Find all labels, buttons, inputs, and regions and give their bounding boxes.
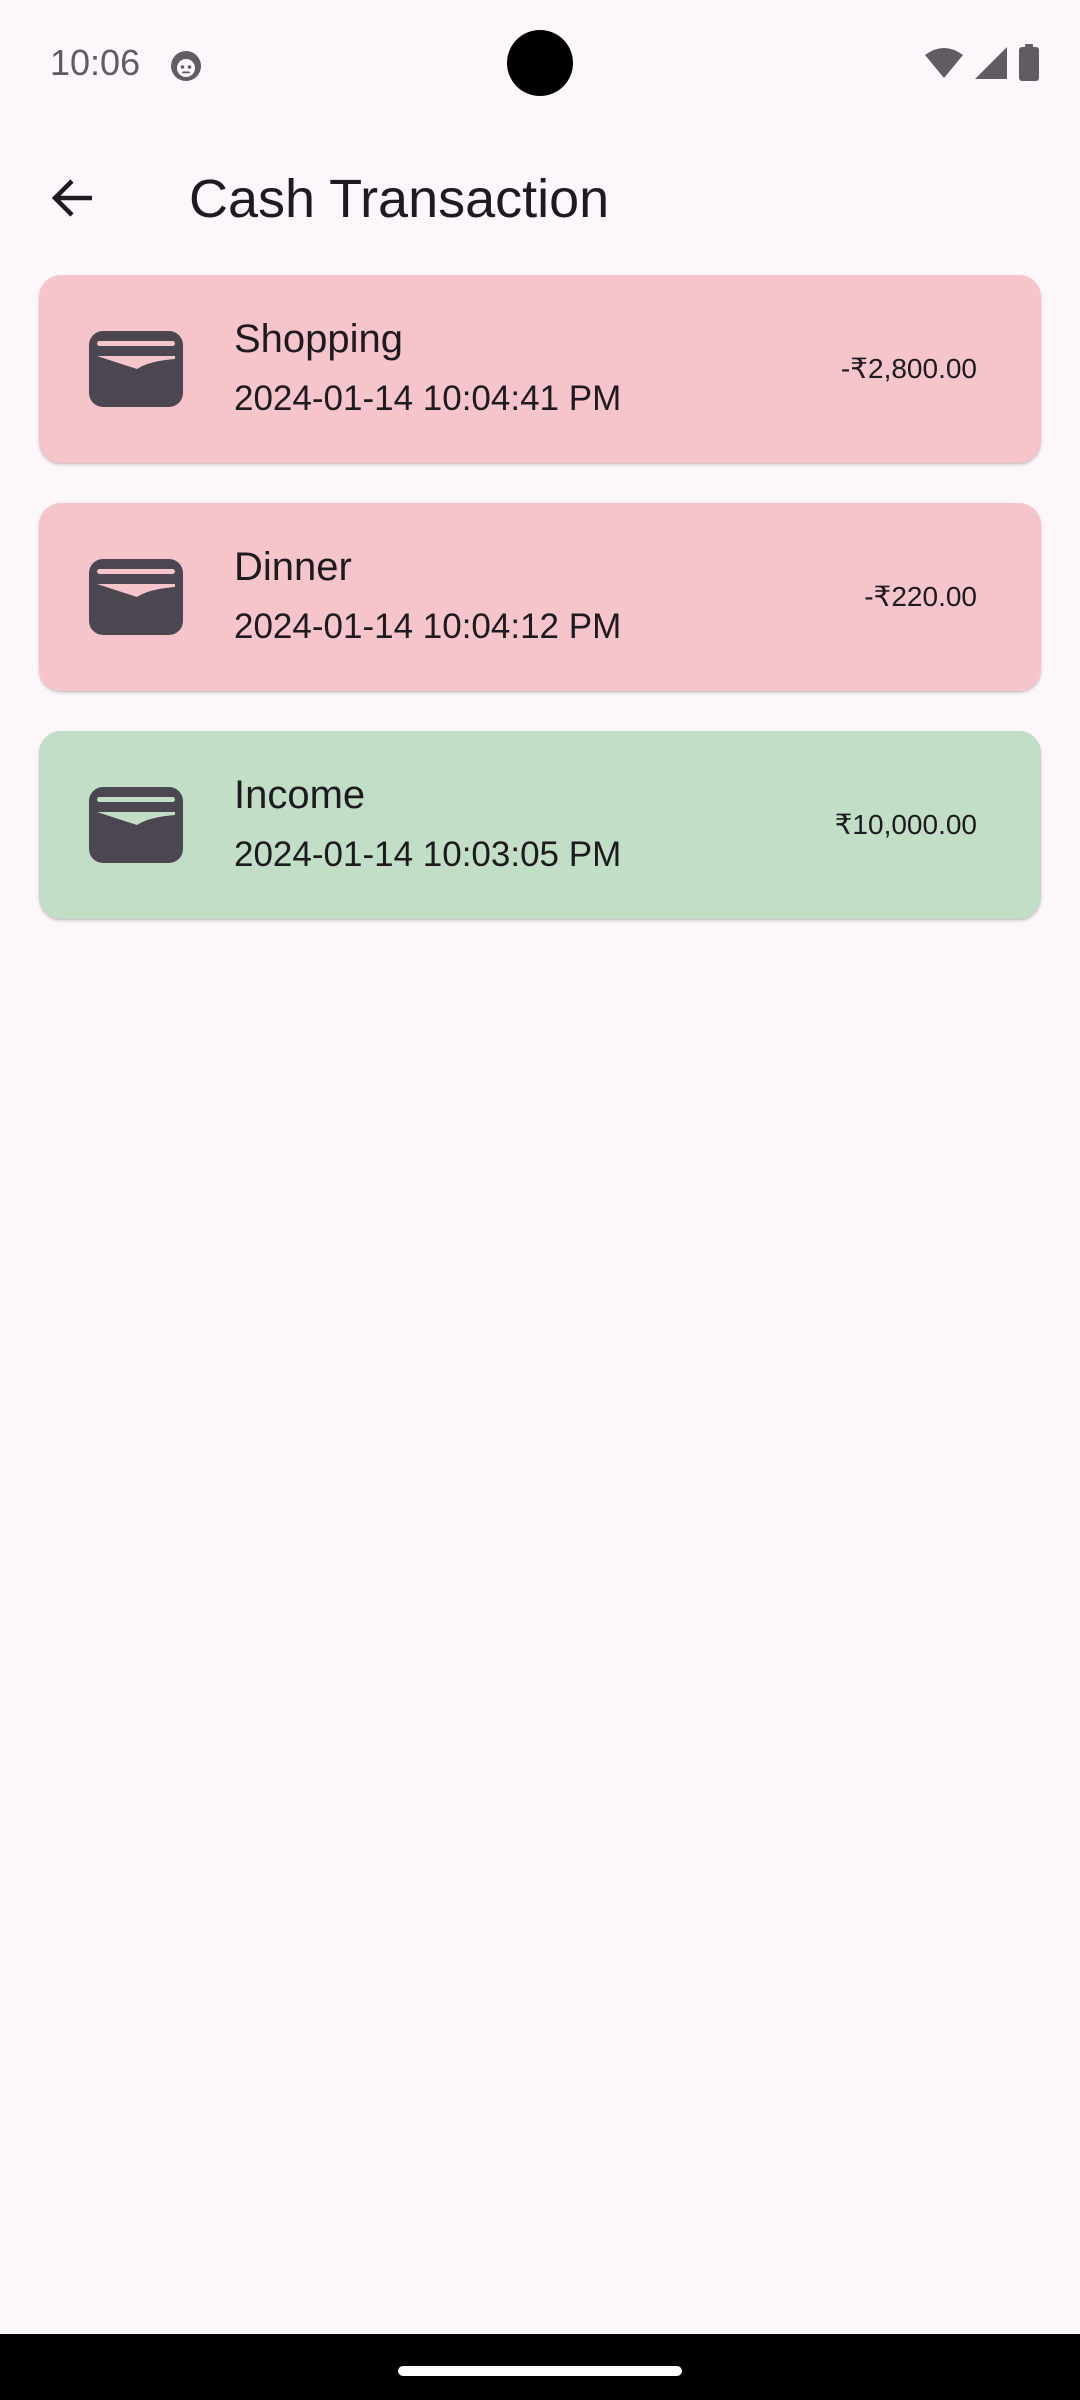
status-bar: 10:06 — [0, 0, 1080, 130]
wallet-icon — [89, 559, 183, 635]
battery-icon — [1018, 44, 1040, 87]
transaction-card-dinner[interactable]: Dinner 2024-01-14 10:04:12 PM -₹220.00 — [39, 503, 1041, 691]
transaction-amount: -₹2,800.00 — [840, 353, 977, 384]
back-button[interactable] — [36, 164, 108, 236]
arrow-back-icon — [48, 174, 96, 227]
transaction-name: Shopping — [234, 317, 404, 361]
transaction-list: Shopping 2024-01-14 10:04:41 PM -₹2,800.… — [39, 275, 1041, 959]
home-gesture-handle[interactable] — [398, 2366, 682, 2376]
status-time: 10:06 — [50, 42, 141, 83]
notification-face-icon — [168, 48, 204, 84]
status-icons — [924, 44, 1040, 87]
transaction-card-income[interactable]: Income 2024-01-14 10:03:05 PM ₹10,000.00 — [39, 731, 1041, 919]
transaction-amount: ₹10,000.00 — [834, 809, 977, 840]
page-title: Cash Transaction — [189, 169, 610, 229]
cellular-signal-icon — [974, 46, 1008, 85]
wifi-icon — [924, 47, 964, 84]
transaction-name: Income — [234, 773, 366, 817]
app-bar: Cash Transaction — [0, 150, 1080, 250]
transaction-datetime: 2024-01-14 10:04:41 PM — [234, 379, 622, 418]
wallet-icon — [89, 331, 183, 407]
wallet-icon — [89, 787, 183, 863]
transaction-amount: -₹220.00 — [864, 581, 977, 612]
transaction-name: Dinner — [234, 545, 352, 589]
transaction-card-shopping[interactable]: Shopping 2024-01-14 10:04:41 PM -₹2,800.… — [39, 275, 1041, 463]
transaction-datetime: 2024-01-14 10:03:05 PM — [234, 835, 622, 874]
transaction-datetime: 2024-01-14 10:04:12 PM — [234, 607, 622, 646]
camera-cutout — [507, 30, 573, 96]
